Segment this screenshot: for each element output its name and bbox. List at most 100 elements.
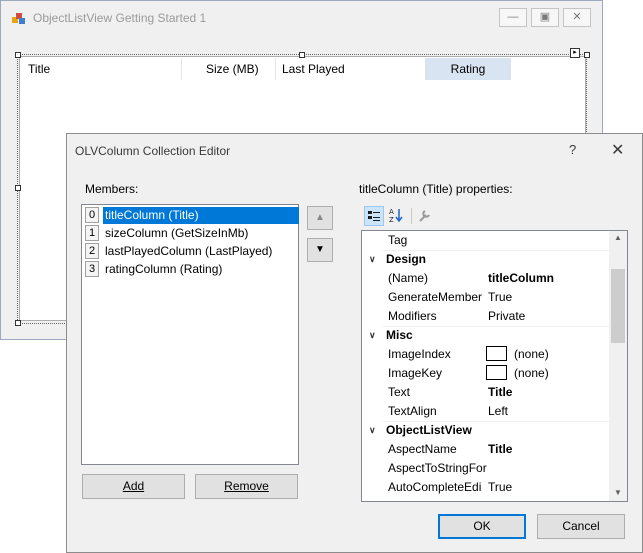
property-name: Tag xyxy=(388,233,408,247)
resize-handle[interactable] xyxy=(15,320,21,326)
list-item[interactable]: 1 sizeColumn (GetSizeInMb) xyxy=(85,225,297,242)
property-row-aspectname[interactable]: AspectName Title xyxy=(362,440,610,459)
svg-text:Z: Z xyxy=(389,216,394,224)
help-button[interactable]: ? xyxy=(569,142,576,157)
property-name: AutoCompleteEdi xyxy=(388,480,482,494)
category-label: ObjectListView xyxy=(386,423,472,437)
property-pages-icon xyxy=(419,210,430,222)
members-list[interactable]: 0 titleColumn (Title) 1 sizeColumn (GetS… xyxy=(81,204,299,465)
property-name: GenerateMember xyxy=(388,290,483,304)
property-row-text[interactable]: Text Title xyxy=(362,383,610,402)
column-separator xyxy=(275,58,276,80)
column-header-size[interactable]: Size (MB) xyxy=(206,58,259,80)
image-swatch xyxy=(486,365,507,380)
arrow-up-icon: ▲ xyxy=(315,212,325,223)
property-pages-button[interactable] xyxy=(416,206,436,226)
category-misc[interactable]: ∨ Misc xyxy=(362,326,610,345)
close-icon: ✕ xyxy=(572,11,582,23)
dialog-close-button[interactable]: ✕ xyxy=(611,140,624,160)
property-value[interactable]: (none) xyxy=(514,345,549,364)
property-name: TextAlign xyxy=(388,404,437,418)
toolbar-separator xyxy=(411,208,412,224)
move-down-button[interactable]: ▼ xyxy=(307,238,333,262)
property-row-aspecttostringformat[interactable]: AspectToStringFor xyxy=(362,459,610,478)
property-value[interactable]: Title xyxy=(488,383,512,402)
scrollbar-thumb[interactable] xyxy=(611,269,625,343)
column-header-title[interactable]: Title xyxy=(28,58,50,80)
member-index: 1 xyxy=(85,225,99,241)
column-header-rating[interactable]: Rating xyxy=(425,58,511,80)
members-label: Members: xyxy=(85,182,139,196)
add-button[interactable]: Add xyxy=(82,474,185,499)
ok-button[interactable]: OK xyxy=(438,514,526,539)
property-value[interactable]: Title xyxy=(488,440,512,459)
remove-button-label: Remove xyxy=(224,479,269,493)
close-button[interactable]: ✕ xyxy=(563,8,591,27)
property-value[interactable]: Private xyxy=(488,307,525,326)
category-label: Design xyxy=(386,252,427,266)
member-index: 3 xyxy=(85,261,99,277)
column-header-last-played[interactable]: Last Played xyxy=(282,58,345,80)
property-row-modifiers[interactable]: Modifiers Private xyxy=(362,307,610,326)
property-name: ImageIndex xyxy=(388,347,451,361)
list-item[interactable]: 0 titleColumn (Title) xyxy=(85,207,299,224)
remove-button[interactable]: Remove xyxy=(195,474,298,499)
maximize-icon: ▣ xyxy=(539,11,551,23)
property-row-autocompleteeditor[interactable]: AutoCompleteEdi True xyxy=(362,478,610,497)
property-row-imagekey[interactable]: ImageKey (none) xyxy=(362,364,610,383)
property-row-textalign[interactable]: TextAlign Left xyxy=(362,402,610,421)
property-value[interactable]: True xyxy=(488,288,512,307)
categorized-button[interactable] xyxy=(364,206,384,226)
property-value[interactable]: (none) xyxy=(514,364,549,383)
property-row-tag[interactable]: Tag xyxy=(362,231,610,250)
column-separator xyxy=(181,58,182,80)
property-name: (Name) xyxy=(388,271,429,285)
minimize-button[interactable]: — xyxy=(499,8,527,27)
cancel-button[interactable]: Cancel xyxy=(537,514,625,539)
member-index: 0 xyxy=(85,207,99,223)
smart-tag-button[interactable]: ▸ xyxy=(570,48,580,58)
chevron-down-icon[interactable]: ∨ xyxy=(369,250,376,269)
arrow-down-icon: ▼ xyxy=(315,244,325,255)
svg-text:A: A xyxy=(389,208,394,216)
app-icon xyxy=(12,12,26,26)
property-name: Text xyxy=(388,385,411,399)
add-button-label: Add xyxy=(122,479,145,493)
collection-editor-dialog: OLVColumn Collection Editor ? ✕ Members:… xyxy=(66,133,643,553)
alphabetical-button[interactable]: A Z xyxy=(387,206,407,226)
scroll-up-icon[interactable]: ▲ xyxy=(614,233,622,242)
property-row-generatemember[interactable]: GenerateMember True xyxy=(362,288,610,307)
list-item[interactable]: 2 lastPlayedColumn (LastPlayed) xyxy=(85,243,297,260)
list-item[interactable]: 3 ratingColumn (Rating) xyxy=(85,261,297,278)
category-objectlistview[interactable]: ∨ ObjectListView xyxy=(362,421,610,440)
property-row-imageindex[interactable]: ImageIndex (none) xyxy=(362,345,610,364)
property-value[interactable]: True xyxy=(488,478,512,497)
property-name: AspectToStringFor xyxy=(388,461,487,475)
property-value[interactable]: titleColumn xyxy=(488,269,554,288)
alphabetical-icon: A Z xyxy=(389,208,403,224)
dialog-title: OLVColumn Collection Editor xyxy=(75,144,231,158)
member-label: ratingColumn (Rating) xyxy=(105,262,223,276)
image-swatch xyxy=(486,346,507,361)
move-up-button[interactable]: ▲ xyxy=(307,206,333,230)
maximize-button[interactable]: ▣ xyxy=(531,8,559,27)
smart-tag-icon: ▸ xyxy=(573,49,577,56)
resize-handle[interactable] xyxy=(15,185,21,191)
property-value[interactable]: Left xyxy=(488,402,508,421)
resize-handle[interactable] xyxy=(15,52,21,58)
categorized-icon xyxy=(368,211,380,221)
scroll-down-icon[interactable]: ▼ xyxy=(614,488,622,497)
chevron-down-icon[interactable]: ∨ xyxy=(369,326,376,345)
category-label: Misc xyxy=(386,328,413,342)
properties-label: titleColumn (Title) properties: xyxy=(359,182,513,196)
minimize-icon: — xyxy=(507,11,519,23)
member-index: 2 xyxy=(85,243,99,259)
property-row-name[interactable]: (Name) titleColumn xyxy=(362,269,610,288)
member-label: sizeColumn (GetSizeInMb) xyxy=(105,226,249,240)
property-grid[interactable]: Tag ∨ Design (Name) titleColumn Generate… xyxy=(361,230,628,502)
category-design[interactable]: ∨ Design xyxy=(362,250,610,269)
close-icon: ✕ xyxy=(611,142,625,159)
chevron-down-icon[interactable]: ∨ xyxy=(369,421,376,440)
member-label: lastPlayedColumn (LastPlayed) xyxy=(105,244,273,258)
resize-handle[interactable] xyxy=(584,52,590,58)
